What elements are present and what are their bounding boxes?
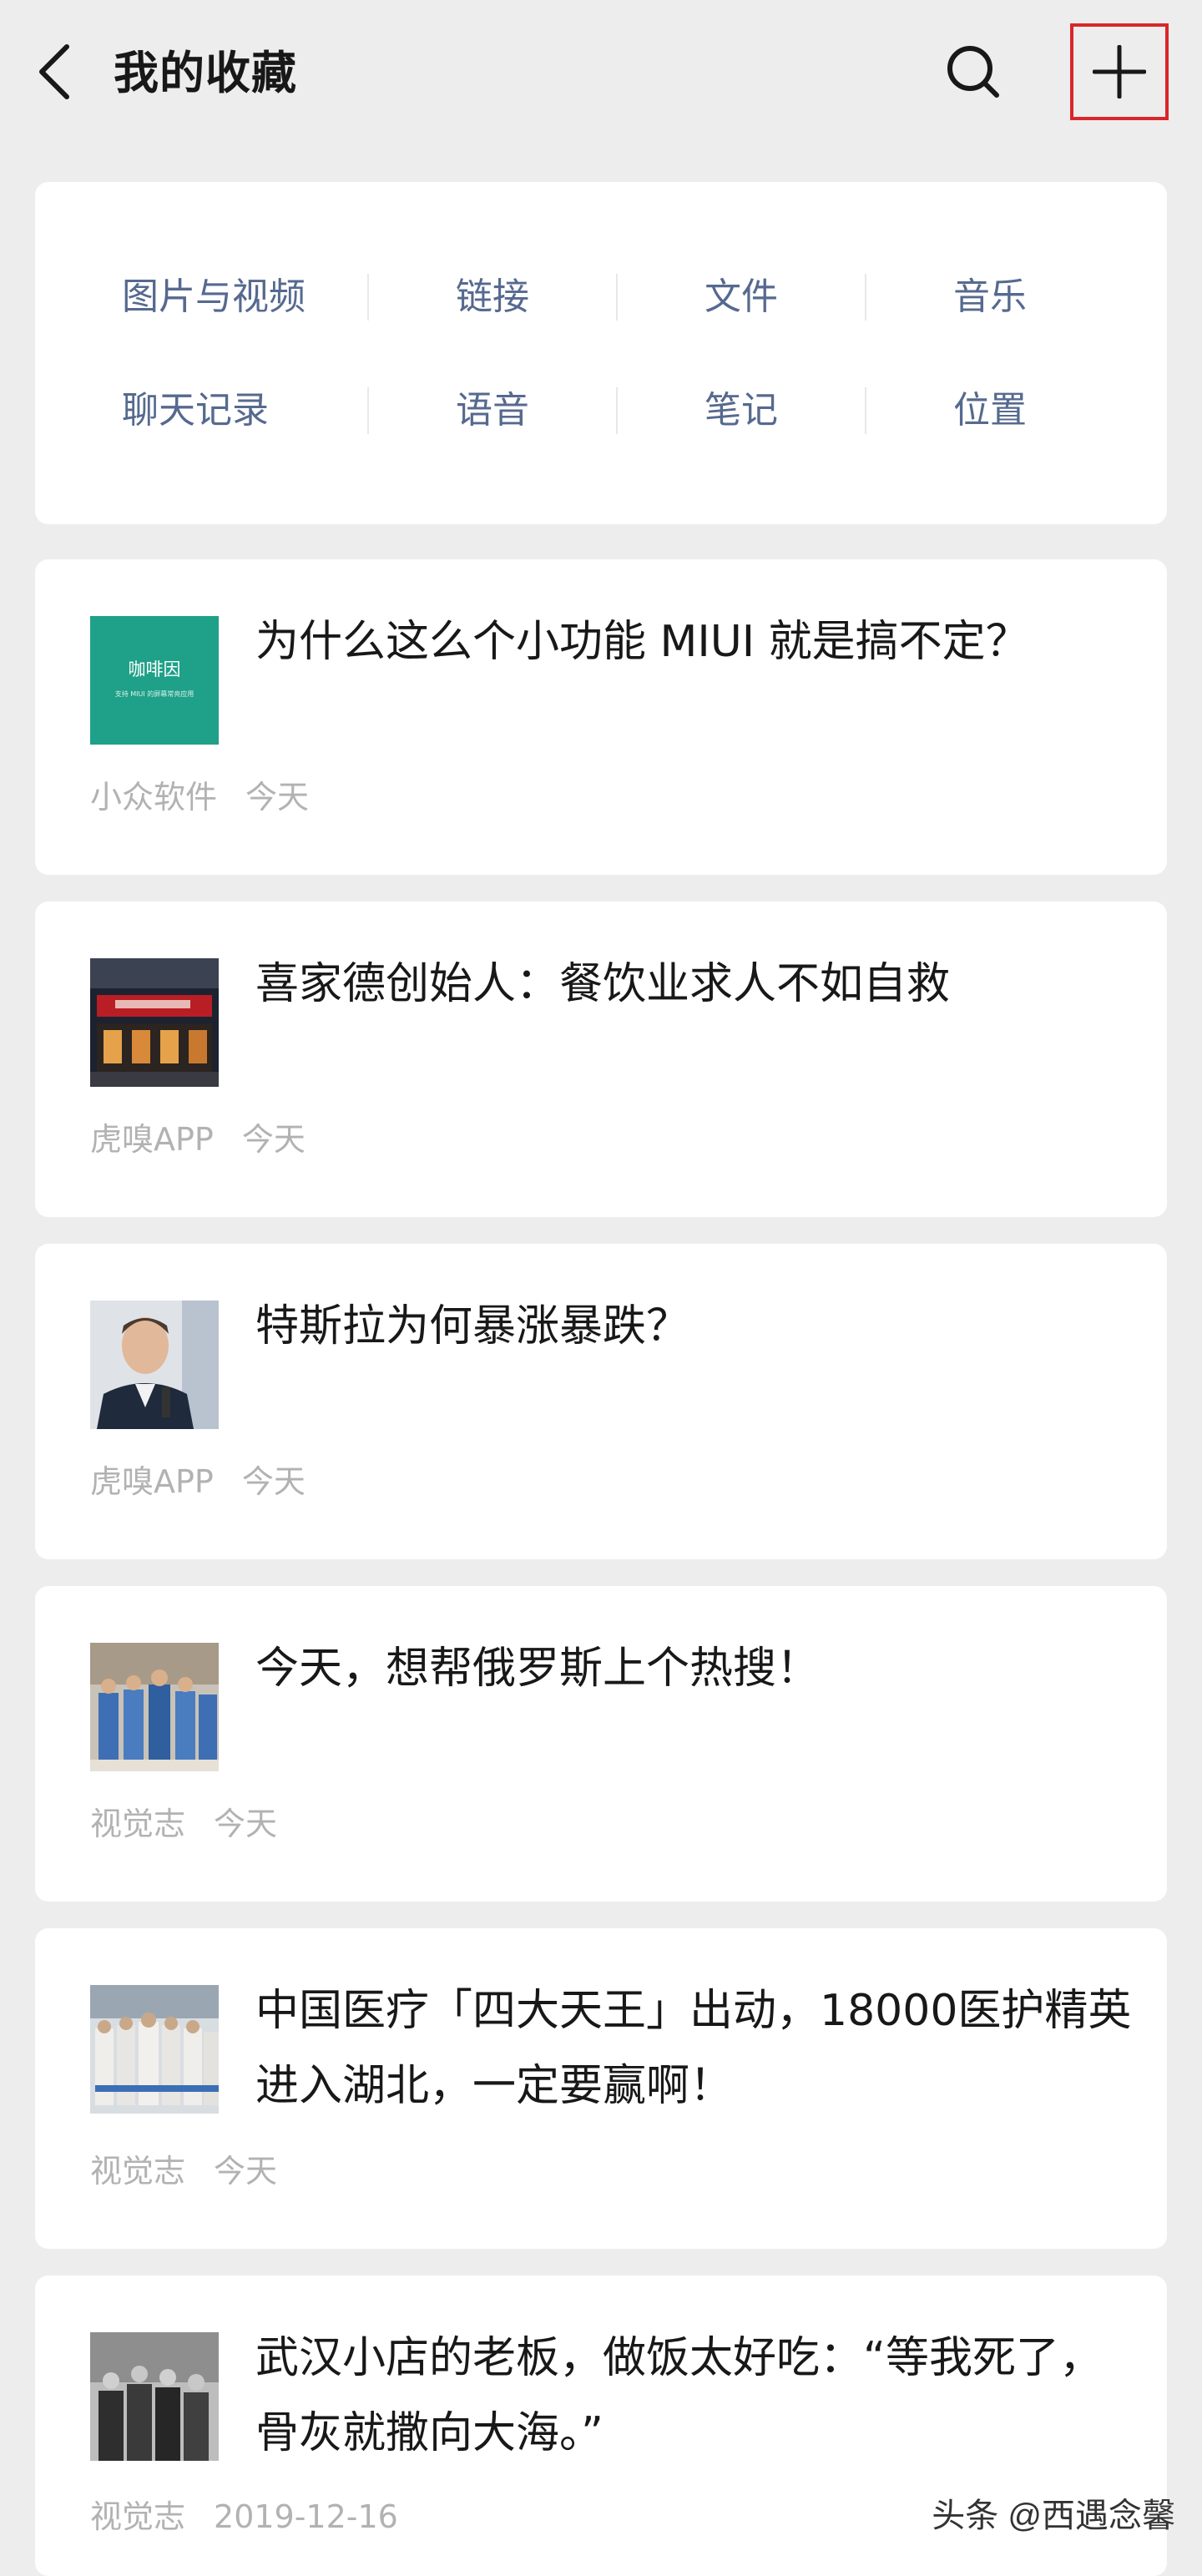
thumbnail-image (90, 1985, 219, 2114)
favorite-meta: 视觉志 今天 (90, 2150, 277, 2192)
favorite-title: 武汉小店的老板，做饭太好吃：“等我死了，骨灰就撒向大海。” (255, 2333, 1103, 2458)
favorite-date: 今天 (241, 1463, 306, 1500)
top-navigation-bar: 我的收藏 (0, 0, 1202, 144)
favorite-item[interactable]: 今天，想帮俄罗斯上个热搜！ 视觉志 今天 (35, 1586, 1167, 1902)
favorite-source: 视觉志 (90, 2498, 186, 2535)
favorite-date: 今天 (245, 779, 310, 816)
favorite-title: 特斯拉为何暴涨暴跌？ (255, 1301, 690, 1351)
thumbnail-app-name: 咖啡因 (128, 659, 181, 679)
thumbnail-image: 咖啡因 支持 MIUI 的屏幕常亮应用 (90, 616, 219, 745)
thumbnail-image (90, 2332, 219, 2461)
category-voice[interactable]: 语音 (369, 377, 616, 444)
category-notes[interactable]: 笔记 (618, 377, 865, 444)
back-button[interactable] (32, 42, 82, 102)
category-music[interactable]: 音乐 (866, 264, 1114, 331)
favorite-date: 今天 (241, 1121, 306, 1158)
category-location[interactable]: 位置 (866, 377, 1114, 444)
favorite-source: 视觉志 (90, 2153, 186, 2190)
thumbnail-image (90, 1643, 219, 1771)
favorite-source: 小众软件 (90, 779, 218, 816)
search-icon (947, 46, 999, 98)
favorite-title: 为什么这么个小功能 MIUI 就是搞不定？ (255, 617, 1029, 667)
favorite-meta: 视觉志 今天 (90, 1803, 277, 1845)
favorite-item[interactable]: 咖啡因 支持 MIUI 的屏幕常亮应用 为什么这么个小功能 MIUI 就是搞不定… (35, 559, 1167, 875)
favorite-meta: 小众软件 今天 (90, 776, 309, 818)
favorite-title: 今天，想帮俄罗斯上个热搜！ (255, 1644, 821, 1694)
category-files[interactable]: 文件 (618, 264, 865, 331)
favorite-source: 虎嗅APP (90, 1463, 214, 1500)
category-images-videos[interactable]: 图片与视频 (122, 264, 369, 331)
category-filter-card: 图片与视频 链接 文件 音乐 聊天记录 语音 笔记 位置 (35, 182, 1167, 524)
add-favorite-button[interactable] (1070, 23, 1169, 120)
page-title: 我的收藏 (114, 47, 297, 99)
watermark: 头条 @西遇念馨 (932, 2498, 1175, 2534)
favorite-meta: 视觉志 2019-12-16 (90, 2496, 398, 2538)
favorite-source: 虎嗅APP (90, 1121, 214, 1158)
favorite-source: 视觉志 (90, 1806, 186, 1842)
thumbnail-image (90, 1301, 219, 1429)
favorite-date: 2019-12-16 (214, 2498, 398, 2535)
favorite-date: 今天 (214, 1806, 278, 1842)
favorite-meta: 虎嗅APP 今天 (90, 1119, 306, 1160)
search-button[interactable] (940, 38, 1007, 105)
favorite-title: 喜家德创始人：餐饮业求人不如自救 (255, 959, 951, 1009)
plus-icon (1093, 45, 1146, 98)
category-links[interactable]: 链接 (369, 264, 616, 331)
favorite-item[interactable]: 中国医疗「四大天王」出动，18000医护精英进入湖北，一定要赢啊！ 视觉志 今天 (35, 1928, 1167, 2249)
favorite-item[interactable]: 特斯拉为何暴涨暴跌？ 虎嗅APP 今天 (35, 1244, 1167, 1559)
category-chat-history[interactable]: 聊天记录 (122, 377, 369, 444)
favorite-date: 今天 (214, 2153, 278, 2190)
thumbnail-image (90, 958, 219, 1087)
chevron-left-icon (39, 44, 69, 99)
favorite-meta: 虎嗅APP 今天 (90, 1461, 306, 1503)
favorite-item[interactable]: 喜家德创始人：餐饮业求人不如自救 虎嗅APP 今天 (35, 902, 1167, 1217)
favorite-title: 中国医疗「四大天王」出动，18000医护精英进入湖北，一定要赢啊！ (255, 1986, 1132, 2111)
thumbnail-caption: 支持 MIUI 的屏幕常亮应用 (114, 690, 194, 698)
